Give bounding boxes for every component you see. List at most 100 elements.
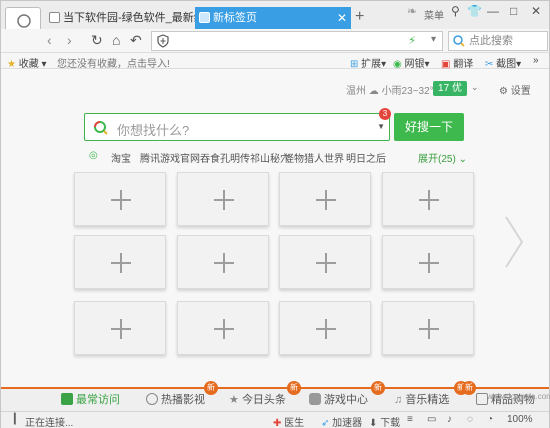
globe-icon[interactable]: ◌ (467, 414, 473, 425)
maximize-icon[interactable]: □ (510, 4, 517, 18)
nav-music[interactable]: 新 ♫ 音乐精选 (394, 381, 468, 411)
favorites-label: 收藏 (18, 59, 39, 70)
shield-icon (157, 34, 169, 48)
back-icon[interactable]: ‹ (47, 32, 52, 48)
undo-icon[interactable]: ↶ (130, 32, 142, 48)
aqi-badge[interactable]: 17 优 (433, 81, 467, 96)
plus-icon (316, 319, 336, 339)
speed-dial-tile[interactable] (279, 172, 371, 226)
content-category-bar: 最常访问 新 热播影视 新 ★ 今日头条 新 游戏中心 新 ♫ 音乐精选 新 精… (1, 381, 549, 411)
accelerator-button[interactable]: ➶ 加速器 (321, 414, 362, 428)
chevron-down-icon[interactable]: ⌄ (471, 82, 479, 93)
speed-dial-tile[interactable] (177, 235, 269, 289)
accelerator-label: 加速器 (332, 418, 363, 428)
skin-icon[interactable]: 👕 (467, 4, 482, 18)
aqi-level: 优 (451, 83, 462, 94)
speed-dial-tile[interactable] (177, 301, 269, 355)
tool-label: 截图 (496, 59, 517, 70)
speed-dial-tile[interactable] (382, 172, 474, 226)
forward-icon[interactable]: › (67, 32, 72, 48)
more-icon[interactable]: » (533, 55, 539, 66)
download-button[interactable]: ⬇ 下载 (369, 414, 400, 428)
hot-link[interactable]: 腾讯游戏官网 (140, 150, 200, 165)
speed-dial-tile[interactable] (279, 301, 371, 355)
reload-icon[interactable]: ↻ (91, 32, 103, 48)
close-tab-icon[interactable]: ✕ (337, 7, 347, 29)
speed-dial-tile[interactable] (74, 235, 166, 289)
search-engine-input[interactable]: 点此搜索 (448, 31, 548, 51)
aqi-value: 17 (438, 83, 450, 94)
favorites-button[interactable]: ★ 收藏 ▾ (7, 55, 47, 70)
chevron-down-icon: ⌄ (458, 154, 467, 165)
close-window-icon[interactable]: ✕ (531, 4, 541, 18)
settings-button[interactable]: ⚙ 设置 (499, 82, 531, 97)
sidebar-toggle-icon[interactable]: ▕▏ (7, 414, 22, 425)
eye-icon[interactable]: ◔ (487, 414, 493, 425)
import-hint[interactable]: 您还没有收藏，点击导入! (57, 55, 170, 70)
download-icon: ⬇ (369, 418, 378, 428)
main-search-input[interactable]: 你想找什么? ▼ (84, 113, 390, 141)
speed-dial-tile[interactable] (74, 172, 166, 226)
plus-icon (111, 253, 131, 273)
medal-icon[interactable]: ⚲ (451, 4, 460, 18)
new-badge: 新 (371, 381, 385, 395)
dropdown-icon[interactable]: ▾ (431, 34, 436, 45)
hot-link[interactable]: 吞食孔明传祁山秘穴 (200, 150, 290, 165)
nav-toutiao[interactable]: 新 ★ 今日头条 (229, 381, 301, 411)
zoom-level[interactable]: 100% (507, 414, 533, 425)
plus-icon (214, 253, 234, 273)
leaf-icon[interactable]: ❧ (407, 4, 417, 18)
speed-dial-tile[interactable] (382, 235, 474, 289)
url-input[interactable]: ⚡ ▾ (151, 31, 443, 51)
home-icon[interactable]: ⌂ (112, 32, 120, 48)
weather-widget[interactable]: 温州 ☁ 小雨23~32°C (346, 82, 441, 97)
hot-link[interactable]: 怪物猎人世界 (284, 150, 344, 165)
weather-forecast: 小雨23~32°C (381, 86, 441, 97)
tab-new-tab[interactable]: 新标签页 ✕ (195, 7, 351, 29)
doctor-icon: ✚ (273, 418, 282, 428)
new-badge: 新 (462, 381, 476, 395)
gear-icon: ⚙ (499, 86, 508, 97)
monitor-icon[interactable]: ▭ (427, 414, 436, 425)
speed-dial-tile[interactable] (177, 172, 269, 226)
translate-button[interactable]: ▣ 翻译 (441, 55, 473, 70)
hot-link[interactable]: 明日之后 (346, 150, 386, 165)
menu-lines-icon[interactable]: ≡ (407, 414, 413, 425)
expand-button[interactable]: 展开(25) ⌄ (418, 150, 467, 165)
menu-button[interactable]: 菜单 (424, 7, 444, 22)
nav-hot-videos[interactable]: 新 热播影视 (146, 381, 218, 411)
lightning-icon[interactable]: ⚡ (408, 34, 416, 47)
extensions-button[interactable]: ⊞ 扩展▾ (350, 55, 386, 70)
rocket-icon: ➶ (321, 418, 330, 428)
speed-dial-tile[interactable] (279, 235, 371, 289)
tab-label: 当下软件园-绿色软件_最新绿色 (63, 12, 195, 24)
notification-badge: 3 (379, 108, 391, 120)
tool-label: 网银 (404, 59, 425, 70)
search-icon (453, 35, 465, 47)
hot-link[interactable]: 淘宝 (111, 150, 131, 165)
weather-city: 温州 (346, 86, 366, 97)
new-badge: 新 (287, 381, 301, 395)
next-page-arrow-icon[interactable] (503, 214, 525, 270)
search-placeholder: 你想找什么? (117, 123, 190, 138)
nav-most-visited[interactable]: 最常访问 (61, 389, 120, 411)
speed-dial-tile[interactable] (382, 301, 474, 355)
download-label: 下载 (380, 418, 401, 428)
tool-label: 翻译 (453, 59, 474, 70)
nav-label: 游戏中心 (324, 394, 368, 406)
minimize-icon[interactable]: — (487, 4, 499, 18)
search-button[interactable]: 好搜一下 (394, 113, 464, 141)
search-placeholder: 点此搜索 (469, 35, 513, 47)
screenshot-button[interactable]: ✂ 截图▾ (485, 55, 521, 70)
engine-dropdown-icon[interactable]: ▼ (377, 122, 385, 131)
tab-downxia[interactable]: 当下软件园-绿色软件_最新绿色 (45, 7, 195, 29)
speed-dial-tile[interactable] (74, 301, 166, 355)
new-tab-button[interactable]: + (355, 8, 364, 26)
nav-game-center[interactable]: 新 游戏中心 (309, 381, 385, 411)
speaker-icon[interactable]: ♪ (447, 414, 452, 425)
doctor-button[interactable]: ✚ 医生 (273, 414, 304, 428)
plus-icon (214, 190, 234, 210)
nav-label: 今日头条 (241, 394, 286, 406)
tab-bar: 当下软件园-绿色软件_最新绿色 新标签页 ✕ + ❧ 菜单 ⚲ 👕 — □ ✕ (1, 1, 549, 29)
netbank-button[interactable]: ◉ 网银▾ (393, 55, 430, 70)
